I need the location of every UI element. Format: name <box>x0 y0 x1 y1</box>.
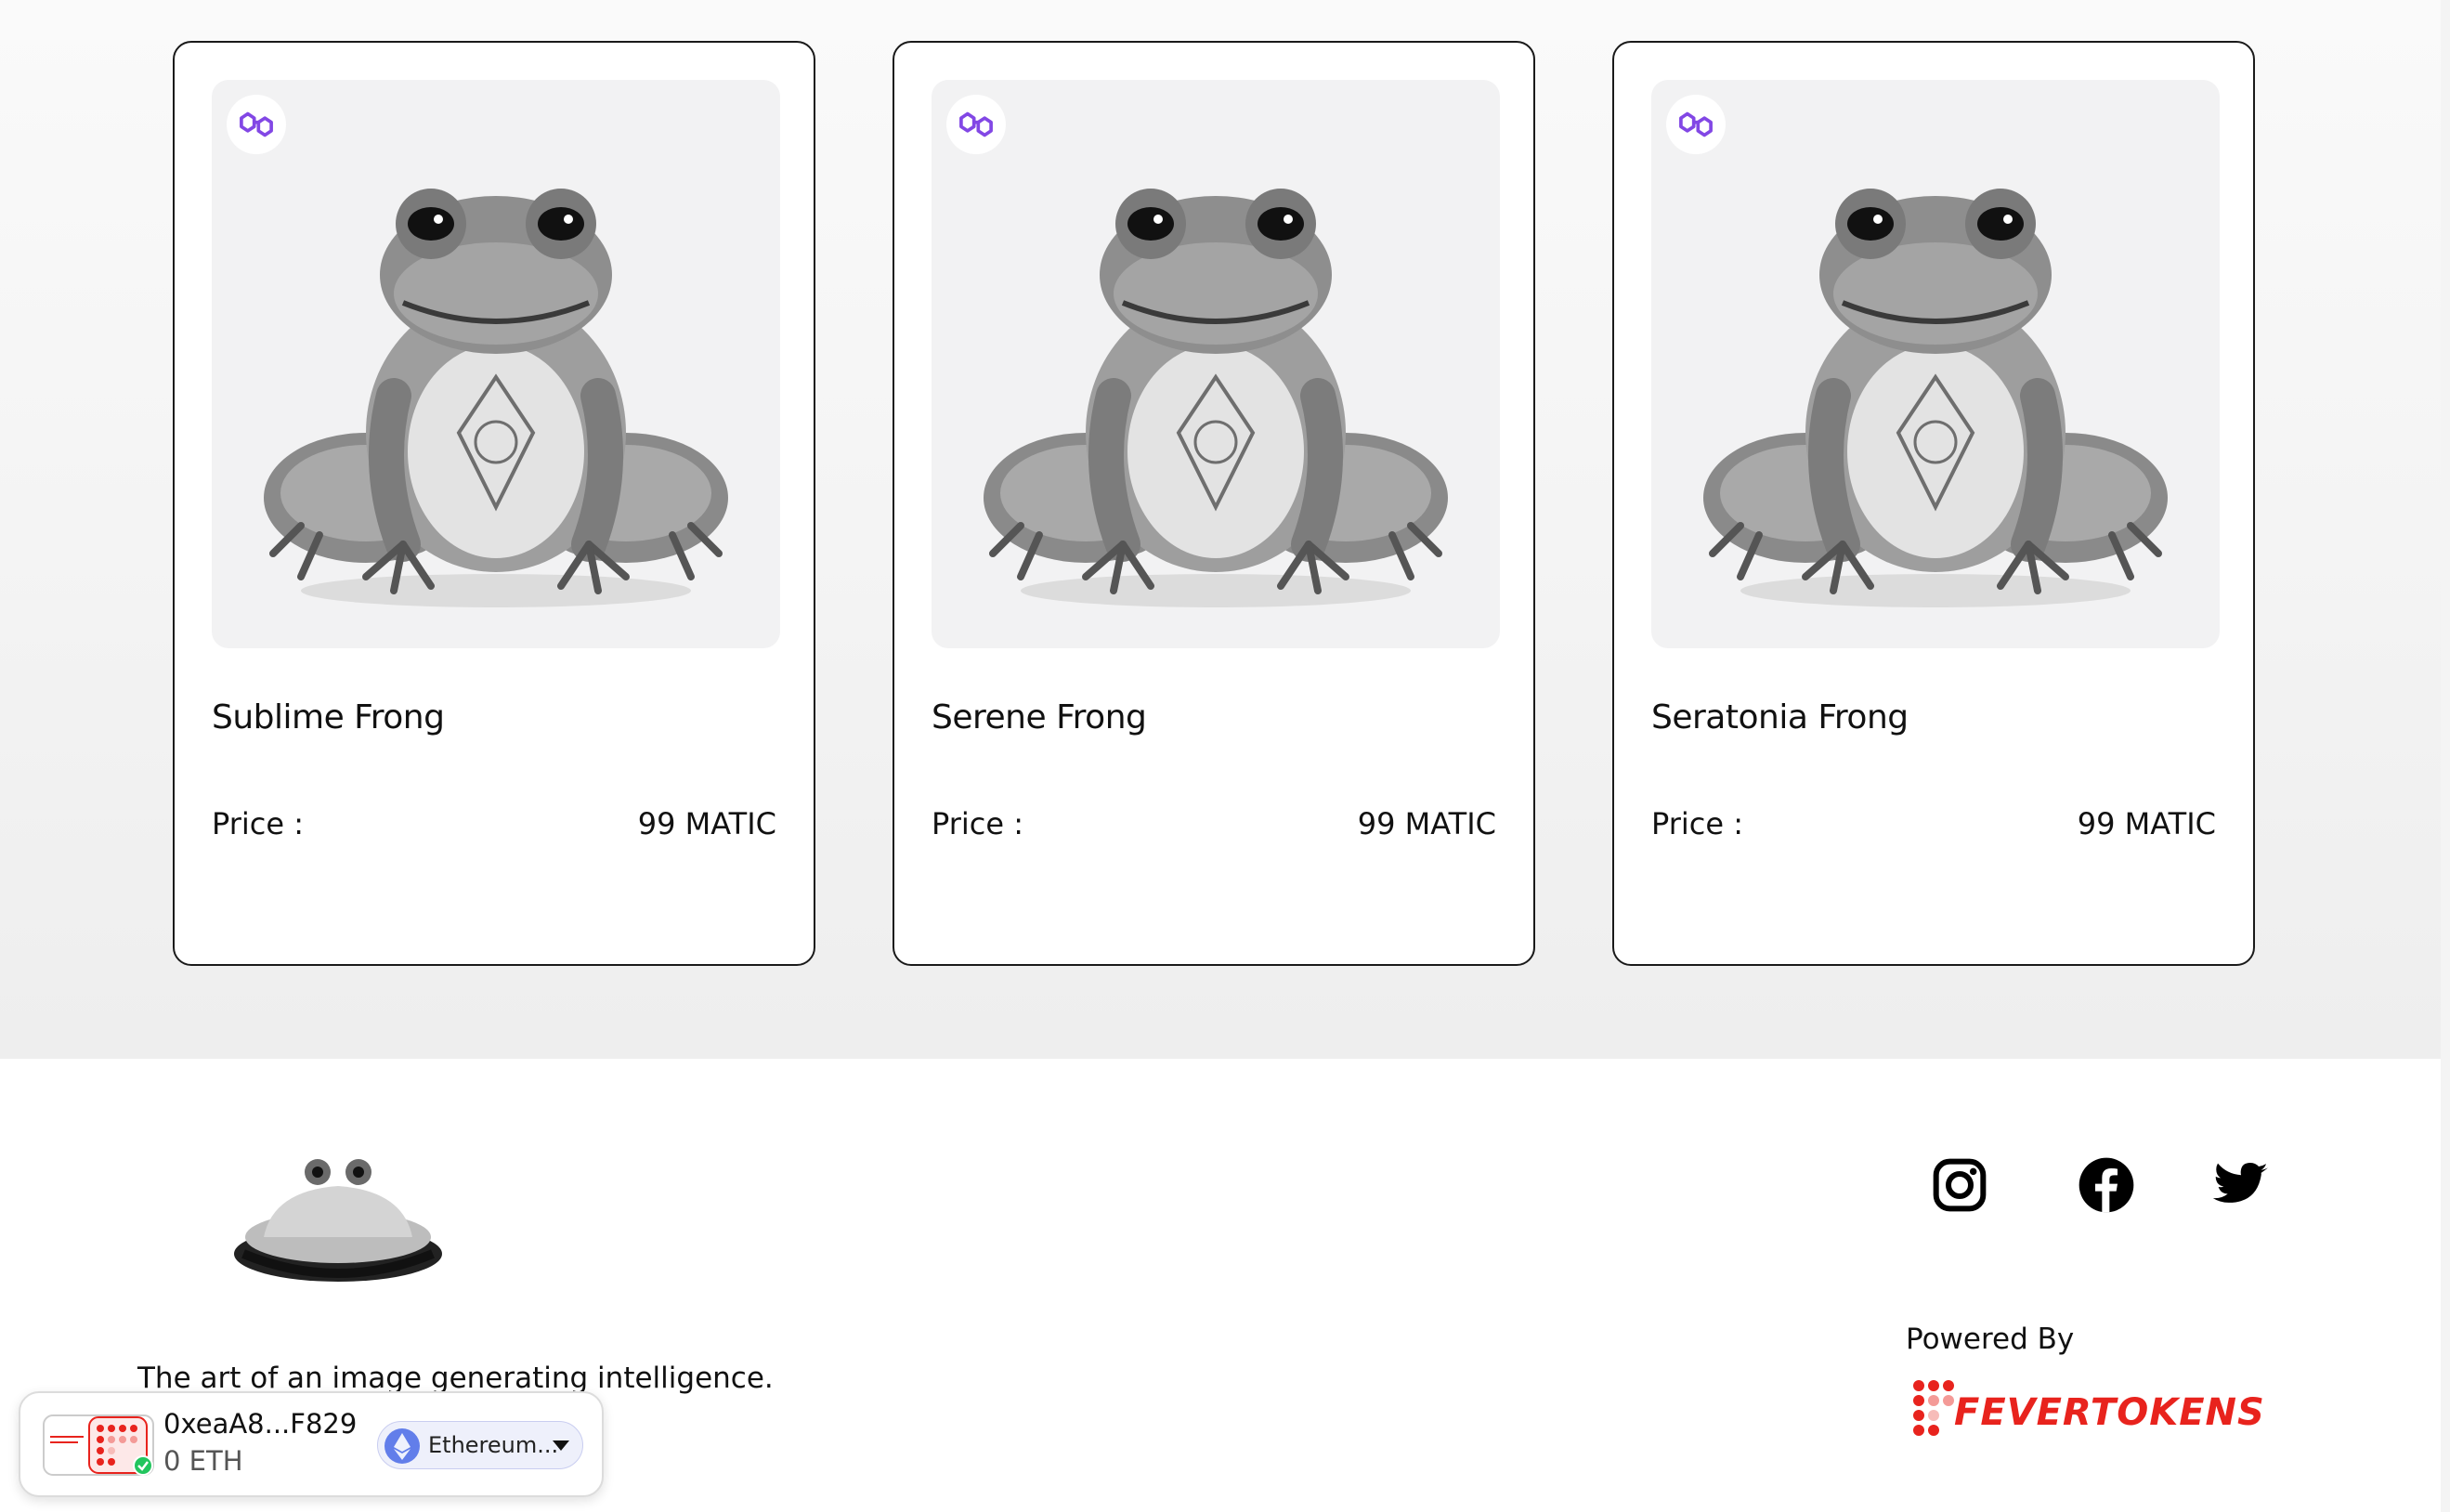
wallet-address: 0xeaA8...F829 <box>163 1408 358 1440</box>
nft-image[interactable] <box>932 80 1500 648</box>
nft-card[interactable]: Serene Frong Price : 99 MATIC <box>893 41 1535 966</box>
network-label: Ethereum... <box>428 1432 559 1458</box>
wallet-avatar <box>43 1414 154 1476</box>
nft-card[interactable]: Sublime Frong Price : 99 MATIC <box>173 41 815 966</box>
price-value: 99 MATIC <box>637 806 776 841</box>
facebook-icon[interactable] <box>2077 1155 2136 1215</box>
nft-image[interactable] <box>1651 80 2220 648</box>
chevron-down-icon <box>553 1440 569 1451</box>
polygon-icon <box>955 103 997 146</box>
chain-badge <box>227 95 286 154</box>
network-selector[interactable]: Ethereum... <box>377 1421 583 1469</box>
nft-title: Sublime Frong <box>212 698 445 736</box>
price-label: Price : <box>212 806 305 841</box>
frog-illustration <box>1703 154 2168 619</box>
chain-badge <box>946 95 1006 154</box>
nft-gallery: Sublime Frong Price : 99 MATIC Serene Fr… <box>0 0 2441 1059</box>
price-label: Price : <box>1651 806 1744 841</box>
nft-image[interactable] <box>212 80 780 648</box>
twitter-icon[interactable] <box>2212 1155 2272 1215</box>
frog-illustration <box>984 154 1448 619</box>
wallet-balance: 0 ETH <box>163 1445 243 1477</box>
nft-title: Seratonia Frong <box>1651 698 1909 736</box>
price-label: Price : <box>932 806 1024 841</box>
scrollbar[interactable] <box>2441 0 2450 1512</box>
price-value: 99 MATIC <box>2077 806 2216 841</box>
site-logo[interactable] <box>227 1144 450 1293</box>
brand-name: FEVERTOKENS <box>1954 1391 2265 1434</box>
nft-card[interactable]: Seratonia Frong Price : 99 MATIC <box>1612 41 2255 966</box>
wallet-widget[interactable]: 0xeaA8...F829 0 ETH Ethereum... <box>19 1391 604 1497</box>
chain-badge <box>1666 95 1726 154</box>
instagram-icon[interactable] <box>1930 1155 1989 1215</box>
polygon-icon <box>1675 103 1717 146</box>
ethereum-icon <box>384 1428 420 1464</box>
fevertokens-logo[interactable]: FEVERTOKENS <box>1911 1375 2274 1449</box>
brand-dots-icon <box>1913 1380 1954 1436</box>
tagline: The art of an image generating intellige… <box>137 1362 774 1395</box>
polygon-icon <box>235 103 278 146</box>
price-value: 99 MATIC <box>1357 806 1496 841</box>
nft-title: Serene Frong <box>932 698 1147 736</box>
frog-illustration <box>264 154 728 619</box>
powered-by-label: Powered By <box>1906 1323 2075 1356</box>
